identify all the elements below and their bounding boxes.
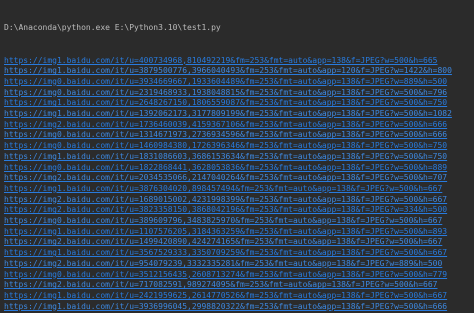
console-output: D:\Anaconda\python.exe E:\Python3.10\tes… xyxy=(0,0,474,313)
url-link[interactable]: https://img1.baidu.com/it/u=3879500776,3… xyxy=(4,66,474,77)
url-link[interactable]: https://img0.baidu.com/it/u=389609796,34… xyxy=(4,216,474,227)
url-link[interactable]: https://img1.baidu.com/it/u=3876304020,8… xyxy=(4,184,474,195)
url-link[interactable]: https://img0.baidu.com/it/u=3934669667,1… xyxy=(4,77,474,88)
url-link[interactable]: https://img1.baidu.com/it/u=2421959625,2… xyxy=(4,291,474,302)
url-link[interactable]: https://img0.baidu.com/it/u=3512156435,2… xyxy=(4,270,474,281)
url-link[interactable]: https://img0.baidu.com/it/u=1314671973,2… xyxy=(4,130,474,141)
url-link[interactable]: https://img1.baidu.com/it/u=400734968,81… xyxy=(4,56,474,67)
url-link[interactable]: https://img2.baidu.com/it/u=3823358150,3… xyxy=(4,205,474,216)
url-list: https://img1.baidu.com/it/u=400734968,81… xyxy=(4,56,474,313)
url-link[interactable]: https://img2.baidu.com/it/u=954079239,33… xyxy=(4,259,474,270)
url-link[interactable]: https://img2.baidu.com/it/u=2034535066,2… xyxy=(4,173,474,184)
command-line: D:\Anaconda\python.exe E:\Python3.10\tes… xyxy=(4,23,221,33)
url-link[interactable]: https://img0.baidu.com/it/u=2319468933,1… xyxy=(4,88,474,99)
url-link[interactable]: https://img1.baidu.com/it/u=1107576205,3… xyxy=(4,227,474,238)
url-link[interactable]: https://img0.baidu.com/it/u=1822868441,3… xyxy=(4,163,474,174)
url-link[interactable]: https://img1.baidu.com/it/u=3567529333,3… xyxy=(4,248,474,259)
url-link[interactable]: https://img2.baidu.com/it/u=1499420890,4… xyxy=(4,237,474,248)
url-link[interactable]: https://img1.baidu.com/it/u=2648267150,1… xyxy=(4,98,474,109)
url-link[interactable]: https://img2.baidu.com/it/u=1689015002,4… xyxy=(4,195,474,206)
url-link[interactable]: https://img1.baidu.com/it/u=3936996045,2… xyxy=(4,302,474,313)
url-link[interactable]: https://img1.baidu.com/it/u=1831086603,3… xyxy=(4,152,474,163)
url-link[interactable]: https://img2.baidu.com/it/u=717082591,98… xyxy=(4,280,474,291)
url-link[interactable]: https://img0.baidu.com/it/u=1460984380,1… xyxy=(4,141,474,152)
url-link[interactable]: https://img2.baidu.com/it/u=1736460039,4… xyxy=(4,120,474,131)
url-link[interactable]: https://img1.baidu.com/it/u=1392062173,3… xyxy=(4,109,474,120)
